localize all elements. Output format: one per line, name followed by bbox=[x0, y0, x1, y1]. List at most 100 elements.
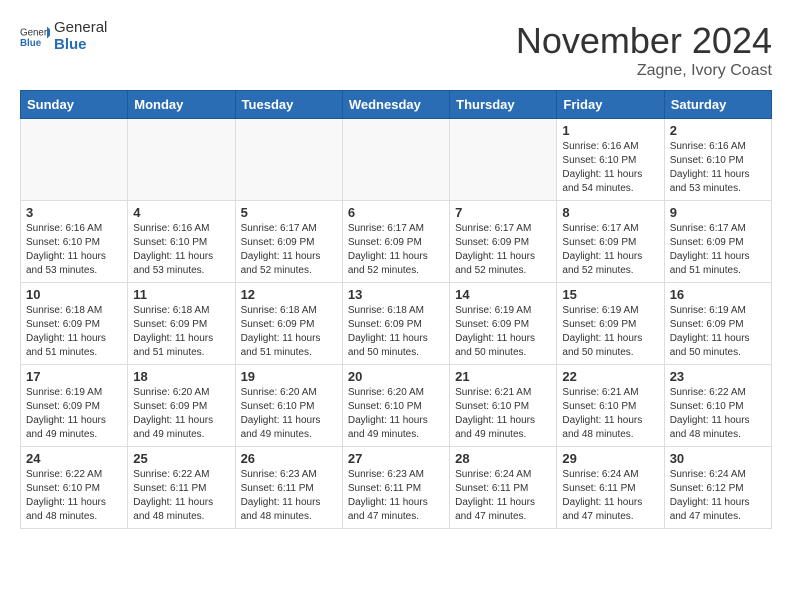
col-header-monday: Monday bbox=[128, 91, 235, 119]
day-info: Sunrise: 6:24 AMSunset: 6:11 PMDaylight:… bbox=[455, 468, 551, 524]
calendar-cell: 22Sunrise: 6:21 AMSunset: 6:10 PMDayligh… bbox=[557, 365, 664, 447]
calendar-cell: 11 Sunrise: 6:18 AMSunset: 6:09 PMDayligh… bbox=[128, 283, 235, 365]
month-year-title: November 2024 bbox=[516, 20, 772, 62]
day-info: Sunrise: 6:19 AMSunset: 6:09 PMDaylight:… bbox=[670, 304, 766, 360]
svg-text:General: General bbox=[20, 27, 50, 38]
day-number: 23 bbox=[670, 369, 766, 384]
day-number: 12 bbox=[241, 287, 337, 302]
day-number: 9 bbox=[670, 205, 766, 220]
day-number: 6 bbox=[348, 205, 444, 220]
day-number: 1 bbox=[562, 123, 658, 138]
day-info: Sunrise: 6:22 AMSunset: 6:10 PMDaylight:… bbox=[670, 386, 766, 442]
day-number: 29 bbox=[562, 451, 658, 466]
day-info: Sunrise: 6:17 AMSunset: 6:09 PMDaylight:… bbox=[241, 222, 337, 278]
day-info: Sunrise: 6:24 AMSunset: 6:11 PMDaylight:… bbox=[562, 468, 658, 524]
calendar-cell bbox=[235, 119, 342, 201]
col-header-friday: Friday bbox=[557, 91, 664, 119]
calendar-cell: 24 Sunrise: 6:22 AMSunset: 6:10 PMDayligh… bbox=[21, 447, 128, 529]
calendar-cell bbox=[450, 119, 557, 201]
logo: General Blue General Blue bbox=[20, 20, 107, 53]
day-info: Sunrise: 6:19 AMSunset: 6:09 PMDaylight:… bbox=[26, 386, 122, 442]
day-info: Sunrise: 6:23 AMSunset: 6:11 PMDaylight:… bbox=[241, 468, 337, 524]
calendar-cell: 16 Sunrise: 6:19 AMSunset: 6:09 PMDayligh… bbox=[664, 283, 771, 365]
calendar-cell: 8 Sunrise: 6:17 AMSunset: 6:09 PMDaylight… bbox=[557, 201, 664, 283]
day-info: Sunrise: 6:16 AMSunset: 6:10 PMDaylight:… bbox=[26, 222, 122, 278]
day-number: 22 bbox=[562, 369, 658, 384]
calendar-cell: 10 Sunrise: 6:18 AMSunset: 6:09 PMDayligh… bbox=[21, 283, 128, 365]
logo-icon: General Blue bbox=[20, 25, 50, 49]
calendar-cell: 28 Sunrise: 6:24 AMSunset: 6:11 PMDayligh… bbox=[450, 447, 557, 529]
day-info: Sunrise: 6:22 AMSunset: 6:11 PMDaylight:… bbox=[133, 468, 229, 524]
location-subtitle: Zagne, Ivory Coast bbox=[516, 62, 772, 80]
day-info: Sunrise: 6:18 AMSunset: 6:09 PMDaylight:… bbox=[241, 304, 337, 360]
calendar-cell: 9 Sunrise: 6:17 AMSunset: 6:09 PMDaylight… bbox=[664, 201, 771, 283]
calendar-cell: 2 Sunrise: 6:16 AMSunset: 6:10 PMDaylight… bbox=[664, 119, 771, 201]
day-number: 21 bbox=[455, 369, 551, 384]
calendar-cell: 13 Sunrise: 6:18 AMSunset: 6:09 PMDayligh… bbox=[342, 283, 449, 365]
day-number: 19 bbox=[241, 369, 337, 384]
calendar-cell: 26 Sunrise: 6:23 AMSunset: 6:11 PMDayligh… bbox=[235, 447, 342, 529]
day-info: Sunrise: 6:19 AMSunset: 6:09 PMDaylight:… bbox=[562, 304, 658, 360]
day-number: 10 bbox=[26, 287, 122, 302]
day-number: 17 bbox=[26, 369, 122, 384]
day-info: Sunrise: 6:21 AMSunset: 6:10 PMDaylight:… bbox=[455, 386, 551, 442]
day-number: 27 bbox=[348, 451, 444, 466]
calendar-cell: 18Sunrise: 6:20 AMSunset: 6:09 PMDayligh… bbox=[128, 365, 235, 447]
calendar-week-row: 17 Sunrise: 6:19 AMSunset: 6:09 PMDayligh… bbox=[21, 365, 772, 447]
title-section: November 2024 Zagne, Ivory Coast bbox=[516, 20, 772, 80]
calendar-cell: 14 Sunrise: 6:19 AMSunset: 6:09 PMDayligh… bbox=[450, 283, 557, 365]
calendar-cell: 6 Sunrise: 6:17 AMSunset: 6:09 PMDaylight… bbox=[342, 201, 449, 283]
calendar-cell: 21 Sunrise: 6:21 AMSunset: 6:10 PMDayligh… bbox=[450, 365, 557, 447]
day-number: 25 bbox=[133, 451, 229, 466]
logo-general-text: General bbox=[54, 20, 107, 37]
calendar-week-row: 10 Sunrise: 6:18 AMSunset: 6:09 PMDayligh… bbox=[21, 283, 772, 365]
calendar-cell: 4Sunrise: 6:16 AMSunset: 6:10 PMDaylight… bbox=[128, 201, 235, 283]
day-info: Sunrise: 6:18 AMSunset: 6:09 PMDaylight:… bbox=[26, 304, 122, 360]
day-number: 3 bbox=[26, 205, 122, 220]
day-number: 16 bbox=[670, 287, 766, 302]
day-number: 18 bbox=[133, 369, 229, 384]
calendar-header-row: SundayMondayTuesdayWednesdayThursdayFrid… bbox=[21, 91, 772, 119]
calendar-week-row: 1 Sunrise: 6:16 AMSunset: 6:10 PMDaylight… bbox=[21, 119, 772, 201]
day-info: Sunrise: 6:22 AMSunset: 6:10 PMDaylight:… bbox=[26, 468, 122, 524]
calendar-cell: 5Sunrise: 6:17 AMSunset: 6:09 PMDaylight… bbox=[235, 201, 342, 283]
svg-text:Blue: Blue bbox=[20, 38, 42, 49]
day-info: Sunrise: 6:16 AMSunset: 6:10 PMDaylight:… bbox=[562, 140, 658, 196]
calendar-cell: 27 Sunrise: 6:23 AMSunset: 6:11 PMDayligh… bbox=[342, 447, 449, 529]
day-number: 30 bbox=[670, 451, 766, 466]
calendar-week-row: 3 Sunrise: 6:16 AMSunset: 6:10 PMDaylight… bbox=[21, 201, 772, 283]
day-number: 8 bbox=[562, 205, 658, 220]
day-number: 14 bbox=[455, 287, 551, 302]
day-number: 13 bbox=[348, 287, 444, 302]
day-number: 2 bbox=[670, 123, 766, 138]
day-number: 24 bbox=[26, 451, 122, 466]
day-info: Sunrise: 6:18 AMSunset: 6:09 PMDaylight:… bbox=[348, 304, 444, 360]
col-header-sunday: Sunday bbox=[21, 91, 128, 119]
calendar-table: SundayMondayTuesdayWednesdayThursdayFrid… bbox=[20, 90, 772, 529]
calendar-cell: 30 Sunrise: 6:24 AMSunset: 6:12 PMDayligh… bbox=[664, 447, 771, 529]
day-info: Sunrise: 6:24 AMSunset: 6:12 PMDaylight:… bbox=[670, 468, 766, 524]
day-number: 28 bbox=[455, 451, 551, 466]
day-info: Sunrise: 6:20 AMSunset: 6:10 PMDaylight:… bbox=[241, 386, 337, 442]
col-header-thursday: Thursday bbox=[450, 91, 557, 119]
day-info: Sunrise: 6:17 AMSunset: 6:09 PMDaylight:… bbox=[348, 222, 444, 278]
calendar-cell bbox=[21, 119, 128, 201]
logo-blue-text: Blue bbox=[54, 37, 107, 54]
day-info: Sunrise: 6:16 AMSunset: 6:10 PMDaylight:… bbox=[133, 222, 229, 278]
day-info: Sunrise: 6:16 AMSunset: 6:10 PMDaylight:… bbox=[670, 140, 766, 196]
day-info: Sunrise: 6:18 AMSunset: 6:09 PMDaylight:… bbox=[133, 304, 229, 360]
day-info: Sunrise: 6:19 AMSunset: 6:09 PMDaylight:… bbox=[455, 304, 551, 360]
calendar-cell: 1 Sunrise: 6:16 AMSunset: 6:10 PMDaylight… bbox=[557, 119, 664, 201]
day-number: 7 bbox=[455, 205, 551, 220]
day-number: 11 bbox=[133, 287, 229, 302]
col-header-saturday: Saturday bbox=[664, 91, 771, 119]
day-number: 26 bbox=[241, 451, 337, 466]
calendar-cell: 7Sunrise: 6:17 AMSunset: 6:09 PMDaylight… bbox=[450, 201, 557, 283]
day-info: Sunrise: 6:17 AMSunset: 6:09 PMDaylight:… bbox=[562, 222, 658, 278]
calendar-cell bbox=[128, 119, 235, 201]
day-info: Sunrise: 6:17 AMSunset: 6:09 PMDaylight:… bbox=[670, 222, 766, 278]
day-info: Sunrise: 6:23 AMSunset: 6:11 PMDaylight:… bbox=[348, 468, 444, 524]
calendar-cell bbox=[342, 119, 449, 201]
calendar-cell: 15Sunrise: 6:19 AMSunset: 6:09 PMDayligh… bbox=[557, 283, 664, 365]
header: General Blue General Blue November 2024 … bbox=[20, 20, 772, 80]
